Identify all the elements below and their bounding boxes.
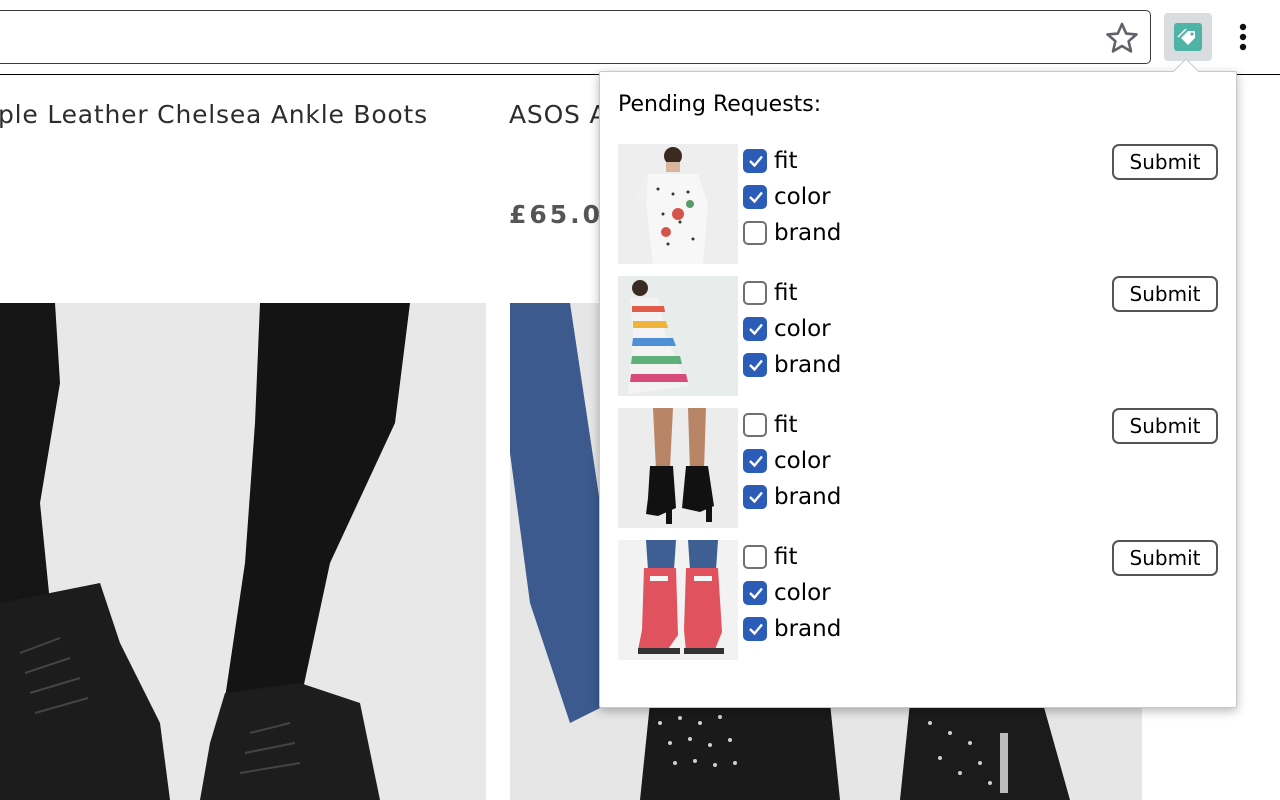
request-thumbnail [618, 144, 738, 264]
browser-toolbar [0, 0, 1280, 75]
star-outline-icon[interactable] [1105, 21, 1139, 55]
fit-checkbox[interactable] [743, 413, 767, 437]
brand-checkbox[interactable] [743, 353, 767, 377]
option-label: fit [774, 148, 798, 174]
option-fit[interactable]: fit [743, 144, 943, 178]
color-checkbox[interactable] [743, 581, 767, 605]
option-label: brand [774, 220, 842, 246]
option-color[interactable]: color [743, 576, 943, 610]
option-brand[interactable]: brand [743, 216, 943, 250]
checkmark-icon [749, 587, 763, 600]
product-price-right: £65.0 [509, 200, 604, 229]
product-image-left[interactable] [0, 303, 486, 800]
color-checkbox[interactable] [743, 449, 767, 473]
option-label: color [774, 448, 831, 474]
option-fit[interactable]: fit [743, 408, 943, 442]
request-thumbnail [618, 540, 738, 660]
checkmark-icon [749, 191, 763, 204]
request-thumbnail [618, 276, 738, 396]
request-item: fit color brand Submit [618, 276, 1218, 398]
option-brand[interactable]: brand [743, 480, 943, 514]
product-title-right[interactable]: ASOS A [509, 100, 607, 129]
product-title-left[interactable]: ple Leather Chelsea Ankle Boots [0, 100, 428, 129]
brand-checkbox[interactable] [743, 617, 767, 641]
submit-button[interactable]: Submit [1112, 408, 1218, 444]
fit-checkbox[interactable] [743, 545, 767, 569]
color-checkbox[interactable] [743, 317, 767, 341]
fit-checkbox[interactable] [743, 149, 767, 173]
option-label: color [774, 184, 831, 210]
checkmark-icon [749, 491, 763, 504]
option-brand[interactable]: brand [743, 348, 943, 382]
request-item: fit color brand Submit [618, 540, 1218, 662]
brand-checkbox[interactable] [743, 221, 767, 245]
checkmark-icon [749, 359, 763, 372]
option-label: brand [774, 616, 842, 642]
submit-button[interactable]: Submit [1112, 276, 1218, 312]
address-bar[interactable] [0, 10, 1151, 64]
checkmark-icon [749, 455, 763, 468]
option-label: fit [774, 544, 798, 570]
option-color[interactable]: color [743, 312, 943, 346]
submit-button[interactable]: Submit [1112, 540, 1218, 576]
option-brand[interactable]: brand [743, 612, 943, 646]
color-checkbox[interactable] [743, 185, 767, 209]
checkmark-icon [749, 155, 763, 168]
popup-title: Pending Requests: [618, 92, 822, 117]
option-label: fit [774, 280, 798, 306]
option-fit[interactable]: fit [743, 276, 943, 310]
option-label: fit [774, 412, 798, 438]
option-color[interactable]: color [743, 444, 943, 478]
submit-button[interactable]: Submit [1112, 144, 1218, 180]
option-label: color [774, 316, 831, 342]
request-item: fit color brand Submit [618, 144, 1218, 266]
request-thumbnail [618, 408, 738, 528]
option-label: brand [774, 352, 842, 378]
option-fit[interactable]: fit [743, 540, 943, 574]
option-label: color [774, 580, 831, 606]
option-label: brand [774, 484, 842, 510]
vertical-dots-icon[interactable] [1231, 19, 1255, 55]
brand-checkbox[interactable] [743, 485, 767, 509]
request-item: fit color brand Submit [618, 408, 1218, 530]
extension-button[interactable] [1164, 13, 1212, 61]
checkmark-icon [749, 323, 763, 336]
price-tag-icon [1174, 23, 1202, 51]
pending-requests-popup: Pending Requests: fit color brand Submit… [599, 71, 1237, 708]
option-color[interactable]: color [743, 180, 943, 214]
checkmark-icon [749, 623, 763, 636]
fit-checkbox[interactable] [743, 281, 767, 305]
